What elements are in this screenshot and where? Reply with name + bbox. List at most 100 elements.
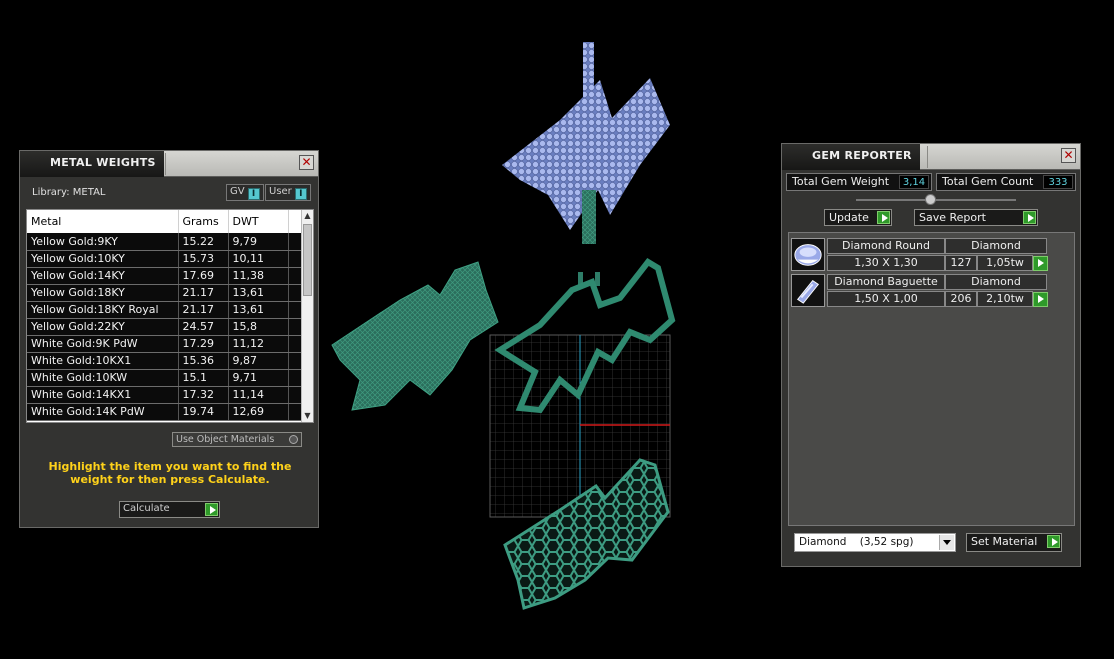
cell-grams: 15.36 — [178, 352, 229, 370]
save-report-label: Save Report — [919, 211, 986, 224]
metal-weights-panel: METAL WEIGHTS ✕ Library: METAL GV I User I… — [19, 150, 319, 528]
radio-icon — [289, 435, 298, 444]
cell-metal: White Gold:14KX1 — [27, 386, 179, 404]
table-row[interactable]: White Gold:14K PdW 19.74 12,69 — [27, 403, 304, 421]
gem-reporter-panel: GEM REPORTER ✕ Total Gem Weight 3,14 Tot… — [781, 143, 1081, 567]
update-button[interactable]: Update — [824, 209, 892, 226]
cell-metal: Yellow Gold:10KY — [27, 250, 179, 268]
cell-metal: Yellow Gold:18KY Royal — [27, 301, 179, 319]
set-material-label: Set Material — [971, 535, 1038, 548]
table-row[interactable]: Yellow Gold:9KY 15.22 9,79 — [27, 233, 304, 251]
pendant-top-view — [502, 42, 670, 244]
gem-weight: 1,05tw — [977, 255, 1033, 271]
close-button[interactable]: ✕ — [299, 155, 314, 170]
cell-metal: Yellow Gold:22KY — [27, 318, 179, 336]
cell-grams: 19.74 — [178, 403, 229, 421]
total-gem-weight-label: Total Gem Weight — [792, 175, 890, 188]
slider-track[interactable] — [856, 199, 1016, 201]
gem-select-button[interactable] — [1033, 292, 1048, 307]
gem-material: Diamond — [945, 274, 1047, 290]
slider-handle[interactable] — [925, 194, 936, 205]
library-label: Library: METAL — [32, 187, 106, 198]
cell-metal: White Gold:10KX1 — [27, 352, 179, 370]
cell-dwt: 11,38 — [228, 267, 289, 285]
gem-weight: 2,10tw — [977, 291, 1033, 307]
cell-metal: Yellow Gold:9KY — [27, 233, 179, 251]
cell-metal: White Gold:9K PdW — [27, 335, 179, 353]
user-label: User — [269, 186, 292, 197]
gem-row[interactable]: Diamond Baguette Diamond 1,50 X 1,00 206… — [791, 274, 1049, 308]
cell-dwt: 9,71 — [228, 369, 289, 387]
title-separator — [927, 146, 928, 168]
close-button[interactable]: ✕ — [1061, 148, 1076, 163]
metal-weights-titlebar[interactable]: METAL WEIGHTS ✕ — [20, 151, 318, 177]
play-icon — [877, 211, 890, 224]
use-object-materials-toggle[interactable]: Use Object Materials — [172, 432, 302, 447]
gv-label: GV — [230, 186, 245, 197]
material-select[interactable]: Diamond (3,52 spg) — [794, 533, 956, 552]
gem-list[interactable]: Diamond Round Diamond 1,30 X 1,30 127 1,… — [788, 232, 1075, 526]
table-row[interactable]: Yellow Gold:10KY 15.73 10,11 — [27, 250, 304, 268]
pendant-side-view — [331, 261, 499, 411]
table-row[interactable]: Yellow Gold:18KY Royal 21.17 13,61 — [27, 301, 304, 319]
table-row[interactable]: White Gold:10KX1 15.36 9,87 — [27, 352, 304, 370]
user-toggle-icon: I — [294, 188, 307, 200]
panel-title: GEM REPORTER — [782, 144, 920, 170]
set-material-button[interactable]: Set Material — [966, 533, 1062, 552]
cell-dwt: 12,69 — [228, 403, 289, 421]
table-row[interactable]: White Gold:14KX1 17.32 11,14 — [27, 386, 304, 404]
col-header-grams[interactable]: Grams — [178, 210, 229, 233]
col-header-dwt[interactable]: DWT — [228, 210, 289, 233]
cell-grams: 15.1 — [178, 369, 229, 387]
save-report-button[interactable]: Save Report — [914, 209, 1038, 226]
cell-metal: White Gold:14K PdW — [27, 403, 179, 421]
total-gem-count-value: 333 — [1043, 175, 1073, 189]
chevron-down-icon[interactable] — [939, 535, 954, 550]
metal-table: Metal Grams DWT Yellow Gold:9KY 15.22 9,79… — [27, 210, 304, 421]
table-row[interactable]: White Gold:10KW 15.1 9,71 — [27, 369, 304, 387]
calculate-button[interactable]: Calculate — [119, 501, 220, 518]
baguette-diamond-icon — [791, 274, 825, 307]
cell-dwt: 9,87 — [228, 352, 289, 370]
play-icon — [1047, 535, 1060, 548]
gem-row[interactable]: Diamond Round Diamond 1,30 X 1,30 127 1,… — [791, 238, 1049, 272]
gem-size: 1,50 X 1,00 — [827, 291, 945, 307]
title-separator — [165, 153, 166, 175]
total-gem-count: Total Gem Count 333 — [936, 173, 1076, 191]
user-toggle[interactable]: User I — [265, 184, 311, 201]
gem-select-button[interactable] — [1033, 256, 1048, 271]
cell-grams: 17.32 — [178, 386, 229, 404]
cell-dwt: 9,79 — [228, 233, 289, 251]
gem-reporter-titlebar[interactable]: GEM REPORTER ✕ — [782, 144, 1080, 170]
round-diamond-icon — [791, 238, 825, 271]
gv-toggle[interactable]: GV I — [226, 184, 264, 201]
cell-grams: 21.17 — [178, 301, 229, 319]
cell-grams: 15.73 — [178, 250, 229, 268]
cell-dwt: 15,8 — [228, 318, 289, 336]
cell-grams: 15.22 — [178, 233, 229, 251]
cell-grams: 17.69 — [178, 267, 229, 285]
cell-dwt: 11,14 — [228, 386, 289, 404]
table-header: Metal Grams DWT — [27, 210, 304, 233]
play-icon — [205, 503, 218, 516]
table-row[interactable]: Yellow Gold:22KY 24.57 15,8 — [27, 318, 304, 336]
gem-name: Diamond Round — [827, 238, 945, 254]
table-row[interactable]: Yellow Gold:14KY 17.69 11,38 — [27, 267, 304, 285]
calculate-label: Calculate — [123, 503, 170, 514]
cell-grams: 21.17 — [178, 284, 229, 302]
gem-count: 127 — [945, 255, 977, 271]
scroll-up-icon[interactable]: ▲ — [302, 210, 313, 222]
panel-title: METAL WEIGHTS — [20, 151, 164, 177]
scroll-down-icon[interactable]: ▼ — [302, 410, 313, 422]
metal-list-scrollbar[interactable]: ▲ ▼ — [301, 210, 313, 422]
metal-list[interactable]: Metal Grams DWT Yellow Gold:9KY 15.22 9,79… — [26, 209, 314, 423]
instruction-text: Highlight the item you want to find the … — [48, 460, 292, 486]
scroll-thumb[interactable] — [303, 224, 312, 296]
table-row[interactable]: White Gold:9K PdW 17.29 11,12 — [27, 335, 304, 353]
table-row[interactable]: Yellow Gold:18KY 21.17 13,61 — [27, 284, 304, 302]
material-select-value: Diamond (3,52 spg) — [799, 536, 914, 548]
cell-metal: Yellow Gold:18KY — [27, 284, 179, 302]
total-gem-count-label: Total Gem Count — [942, 175, 1034, 188]
update-label: Update — [829, 211, 869, 224]
col-header-metal[interactable]: Metal — [27, 210, 179, 233]
